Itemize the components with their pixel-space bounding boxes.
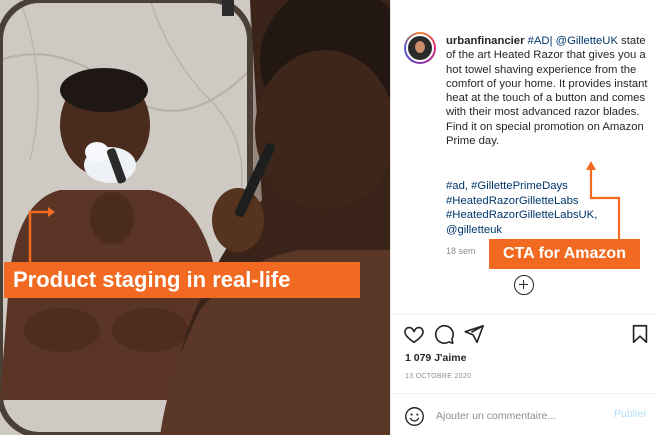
bookmark-icon[interactable]: [629, 323, 651, 345]
post-details-panel: urbanfinancier #AD| @GilletteUK state of…: [390, 0, 655, 435]
cta-amazon-callout: CTA for Amazon: [489, 239, 640, 269]
divider: [391, 314, 655, 315]
hashtag-list: #ad, #GillettePrimeDays #HeatedRazorGill…: [446, 179, 651, 237]
comment-input[interactable]: [436, 407, 596, 425]
comment-bar: Publier: [391, 398, 655, 435]
publish-button[interactable]: Publier: [614, 408, 647, 420]
hashtag-line[interactable]: #HeatedRazorGilletteLabs: [446, 194, 651, 209]
post-date: 13 OCTOBRE 2020: [405, 373, 472, 380]
share-icon[interactable]: [463, 323, 485, 345]
heart-icon[interactable]: [403, 323, 425, 345]
comment-icon[interactable]: [433, 323, 455, 345]
likes-count[interactable]: 1 079 J'aime: [405, 352, 466, 364]
hashtag-line[interactable]: #ad, #GillettePrimeDays: [446, 179, 651, 194]
divider: [391, 393, 655, 394]
plus-circle-icon[interactable]: [514, 275, 534, 295]
emoji-icon[interactable]: [404, 406, 425, 427]
post-photo[interactable]: Product staging in real-life: [0, 0, 390, 435]
product-staging-callout: Product staging in real-life: [4, 262, 360, 298]
post-actions: [403, 323, 651, 349]
post-time-ago: 18 sem: [446, 246, 476, 256]
hashtag-line[interactable]: @gilletteuk: [446, 223, 651, 238]
photo-illustration: [0, 0, 390, 435]
hashtag-line[interactable]: #HeatedRazorGilletteLabsUK,: [446, 208, 651, 223]
